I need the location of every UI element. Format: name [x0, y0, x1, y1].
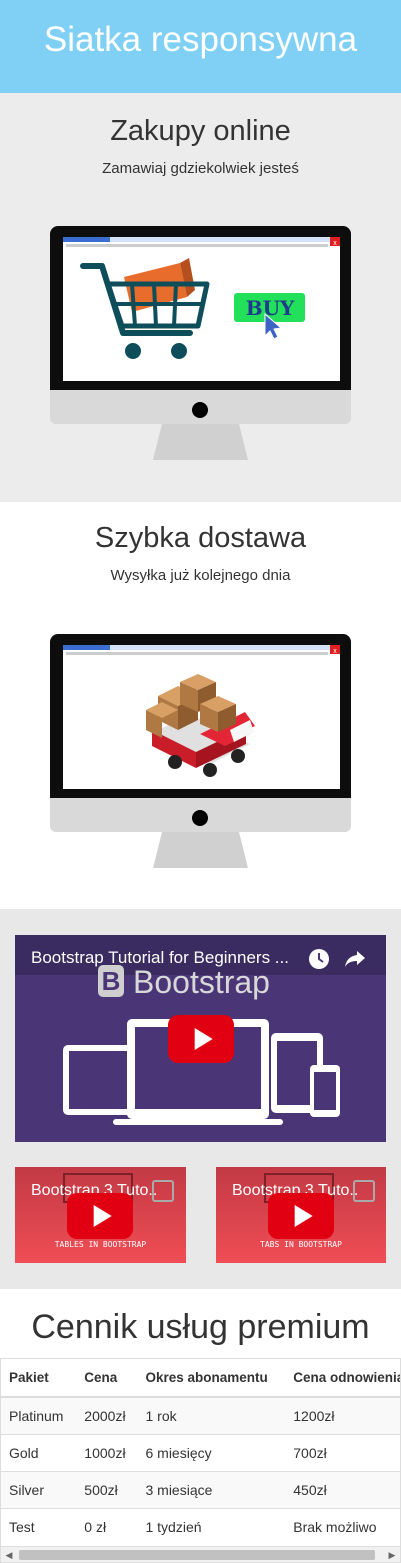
column-header: Okres abonamentu [137, 1359, 286, 1398]
svg-text:B: B [102, 966, 121, 996]
monitor-shopping-illustration: x BUY [50, 226, 351, 460]
table-cell: 1 rok [137, 1396, 286, 1434]
video-title[interactable]: Bootstrap Tutorial for Beginners ... [31, 948, 289, 968]
page-header: Siatka responsywna [0, 0, 401, 93]
svg-text:Bootstrap: Bootstrap [133, 964, 270, 1000]
video-caption: TABS IN BOOTSTRAP [260, 1240, 342, 1249]
section-fast-delivery: Szybka dostawa Wysyłka już kolejnego dni… [0, 502, 401, 909]
section-videos: B Bootstrap Bootstrap Tutorial for Begin… [0, 909, 401, 1289]
power-button-icon [192, 402, 208, 418]
video-player-small-1[interactable]: Bootstrap 3 Tuto.. TABLES IN BOOTSTRAP [15, 1167, 186, 1263]
share-icon[interactable] [343, 949, 367, 969]
video-player-small-2[interactable]: Bootstrap 3 Tuto.. TABS IN BOOTSTRAP [216, 1167, 386, 1263]
table-cell: Gold [1, 1433, 77, 1471]
table-cell: 0 zł [76, 1507, 138, 1545]
table-cell: 3 miesiące [137, 1470, 286, 1508]
column-header: Cena [76, 1359, 138, 1398]
table-row: Silver 500zł 3 miesiące 450zł [1, 1470, 400, 1508]
play-button[interactable] [168, 1015, 234, 1063]
table-cell: 6 miesięcy [137, 1433, 286, 1471]
close-icon: x [333, 648, 337, 655]
table-cell: 1200zł [285, 1396, 400, 1434]
table-cell: Brak możliwo [285, 1507, 400, 1545]
video-player-main[interactable]: B Bootstrap Bootstrap Tutorial for Begin… [15, 935, 386, 1142]
scrollbar-thumb[interactable] [19, 1550, 375, 1560]
expand-icon[interactable] [353, 1180, 375, 1202]
expand-icon[interactable] [152, 1180, 174, 1202]
close-icon: x [333, 240, 337, 247]
horizontal-scrollbar[interactable]: ◀ ▶ [1, 1546, 400, 1562]
table-row: Gold 1000zł 6 miesięcy 700zł [1, 1433, 400, 1471]
table-cell: Silver [1, 1470, 77, 1508]
section-subtitle: Zamawiaj gdziekolwiek jesteś [102, 160, 299, 177]
table-cell: 1000zł [76, 1433, 138, 1471]
table-cell: 2000zł [76, 1396, 138, 1434]
play-button[interactable] [67, 1193, 133, 1239]
table-cell: 700zł [285, 1433, 400, 1471]
pricing-table-container[interactable]: Pakiet Cena Okres abonamentu Cena odnowi… [0, 1358, 401, 1563]
section-pricing: Cennik usług premium Pakiet Cena Okres a… [0, 1289, 401, 1563]
scroll-right-icon[interactable]: ▶ [384, 1547, 400, 1562]
section-title: Zakupy online [110, 115, 291, 147]
table-cell: Test [1, 1507, 77, 1545]
scroll-left-icon[interactable]: ◀ [1, 1547, 17, 1562]
table-cell: 1 tydzień [137, 1507, 286, 1545]
watch-later-icon[interactable] [308, 948, 330, 970]
table-cell: Platinum [1, 1396, 77, 1434]
section-online-shopping: Zakupy online Zamawiaj gdziekolwiek jest… [0, 93, 401, 502]
play-button[interactable] [268, 1193, 334, 1239]
pricing-table: Pakiet Cena Okres abonamentu Cena odnowi… [1, 1359, 400, 1545]
pricing-title: Cennik usług premium [31, 1308, 370, 1346]
power-button-icon [192, 810, 208, 826]
table-cell: 450zł [285, 1470, 400, 1508]
table-row: Platinum 2000zł 1 rok 1200zł [1, 1396, 400, 1434]
section-subtitle: Wysyłka już kolejnego dnia [110, 567, 291, 584]
table-cell: 500zł [76, 1470, 138, 1508]
svg-text:BUY: BUY [246, 296, 295, 320]
section-title: Szybka dostawa [94, 522, 307, 554]
column-header: Cena odnowienia [285, 1359, 400, 1398]
table-row: Test 0 zł 1 tydzień Brak możliwo [1, 1507, 400, 1545]
video-caption: TABLES IN BOOTSTRAP [54, 1240, 147, 1249]
monitor-delivery-illustration: x [50, 634, 351, 868]
page-title: Siatka responsywna [43, 20, 358, 59]
column-header: Pakiet [1, 1359, 77, 1398]
table-header-row: Pakiet Cena Okres abonamentu Cena odnowi… [1, 1359, 400, 1398]
